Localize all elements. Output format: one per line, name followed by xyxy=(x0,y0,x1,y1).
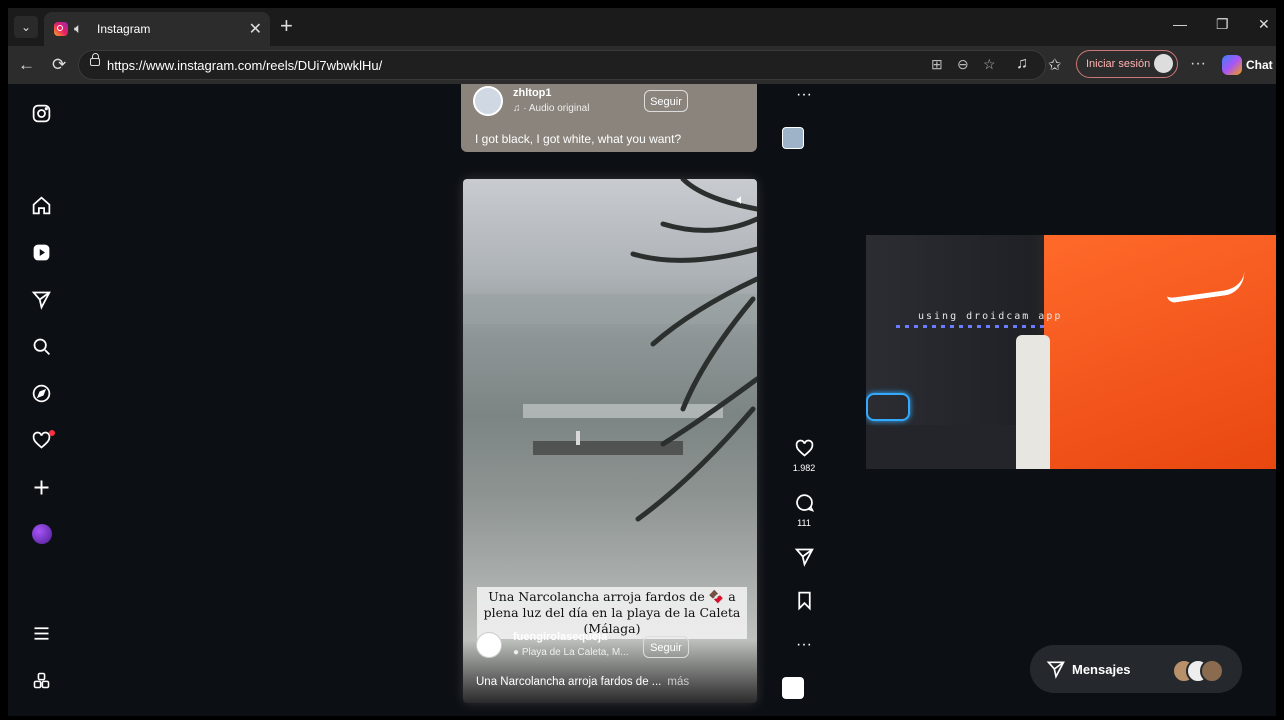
restore-button[interactable]: ❐ xyxy=(1216,16,1229,33)
reel-prev-caption: I got black, I got white, what you want? xyxy=(475,132,682,146)
chat-label[interactable]: Chat xyxy=(1246,58,1273,72)
instagram-favicon-icon xyxy=(54,22,68,36)
create-plus-icon[interactable] xyxy=(28,474,54,500)
refresh-button[interactable]: ⟳ xyxy=(52,55,66,75)
favorites-icon[interactable]: ✩ xyxy=(1048,55,1061,75)
copilot-icon[interactable] xyxy=(1222,55,1242,75)
favorite-star-icon[interactable]: ☆ xyxy=(983,56,996,73)
save-bookmark-icon[interactable] xyxy=(792,590,816,616)
reel-caption-more-link[interactable]: más xyxy=(667,676,689,688)
mute-speaker-icon[interactable]: 🔈︎ xyxy=(737,191,745,208)
signin-button[interactable]: Iniciar sesión xyxy=(1076,50,1178,78)
camera-led-strip xyxy=(896,325,1046,328)
like-count[interactable]: 1.982 xyxy=(778,463,830,473)
reel-prev-avatar[interactable] xyxy=(473,86,503,116)
speaker-icon[interactable]: 🔈︎ xyxy=(74,20,82,37)
messages-label: Mensajes xyxy=(1072,662,1131,677)
browser-window: ⌄ 🔈︎ Instagram ✕ + — ❐ ✕ ← ⟳ https://www… xyxy=(8,8,1276,716)
reel-video[interactable]: 🔈︎ Una Narcolancha arroja fardos de 🍫 a … xyxy=(463,179,757,703)
messages-send-icon xyxy=(1046,661,1065,679)
camera-neon-light xyxy=(866,393,910,421)
reel-follow-button[interactable]: Seguir xyxy=(643,636,689,658)
profile-avatar[interactable] xyxy=(32,524,52,544)
back-button[interactable]: ← xyxy=(18,55,35,75)
reel-more-icon[interactable]: ··· xyxy=(792,636,816,654)
close-tab-icon[interactable]: ✕ xyxy=(249,19,262,39)
reel-prev-username[interactable]: zhltop1 xyxy=(513,87,552,99)
close-window-button[interactable]: ✕ xyxy=(1258,16,1270,33)
reel-prev-more-icon[interactable]: ··· xyxy=(792,86,816,104)
new-tab-button[interactable]: + xyxy=(280,14,293,38)
reel-previous[interactable]: zhltop1 ♫ · Audio original Seguir I got … xyxy=(461,84,757,152)
home-icon[interactable] xyxy=(28,192,54,218)
direct-send-icon[interactable] xyxy=(28,286,54,312)
reel-author-username[interactable]: fuengirolasequeja xyxy=(513,631,607,643)
messages-button[interactable]: Mensajes xyxy=(1030,645,1242,693)
tab-list-button[interactable]: ⌄ xyxy=(14,16,38,38)
minimize-button[interactable]: — xyxy=(1173,16,1187,32)
app-available-icon[interactable]: ⊞ xyxy=(931,56,943,73)
more-options-icon[interactable]: ··· xyxy=(1190,55,1206,73)
reel-prev-audio-thumb[interactable] xyxy=(782,127,804,149)
message-avatar-3 xyxy=(1200,659,1224,683)
tab-title: Instagram xyxy=(97,22,151,36)
reel-location[interactable]: ● Playa de La Caleta, M... xyxy=(513,647,629,658)
toolbar: ← ⟳ https://www.instagram.com/reels/DUi7… xyxy=(8,46,1276,84)
reel-prev-audio[interactable]: ♫ · Audio original xyxy=(513,103,589,114)
reel-caption[interactable]: Una Narcolancha arroja fardos de ... más xyxy=(476,676,689,688)
tab-bar: ⌄ 🔈︎ Instagram ✕ + — ❐ ✕ xyxy=(8,8,1276,46)
reel-audio-thumb[interactable] xyxy=(782,677,804,699)
comment-icon[interactable] xyxy=(792,492,816,518)
profile-avatar-icon xyxy=(1154,54,1173,73)
tab-instagram[interactable]: 🔈︎ Instagram ✕ xyxy=(44,12,270,46)
zoom-icon[interactable]: ⊖ xyxy=(957,56,969,73)
signin-label: Iniciar sesión xyxy=(1086,58,1151,70)
lock-icon[interactable] xyxy=(90,53,100,66)
search-icon[interactable] xyxy=(28,333,54,359)
camera-overlay[interactable]: using droidcam app xyxy=(866,235,1276,469)
explore-compass-icon[interactable] xyxy=(28,380,54,406)
share-send-icon[interactable] xyxy=(792,546,816,572)
comment-count[interactable]: 111 xyxy=(778,518,830,528)
address-bar[interactable]: https://www.instagram.com/reels/DUi7wbwk… xyxy=(78,50,1046,80)
reel-author-avatar[interactable] xyxy=(476,632,502,658)
more-apps-icon[interactable] xyxy=(28,667,54,693)
notification-dot xyxy=(49,430,55,436)
camera-watermark: using droidcam app xyxy=(918,311,1063,322)
like-heart-icon[interactable] xyxy=(792,438,816,464)
media-control-icon[interactable]: ♫ xyxy=(1016,55,1028,73)
reels-icon[interactable] xyxy=(28,239,54,265)
menu-hamburger-icon[interactable] xyxy=(28,620,54,646)
reel-prev-follow-button[interactable]: Seguir xyxy=(644,90,688,112)
instagram-logo-icon[interactable] xyxy=(28,100,54,126)
url-text[interactable]: https://www.instagram.com/reels/DUi7wbwk… xyxy=(107,58,382,73)
camera-bottle xyxy=(1016,335,1050,469)
